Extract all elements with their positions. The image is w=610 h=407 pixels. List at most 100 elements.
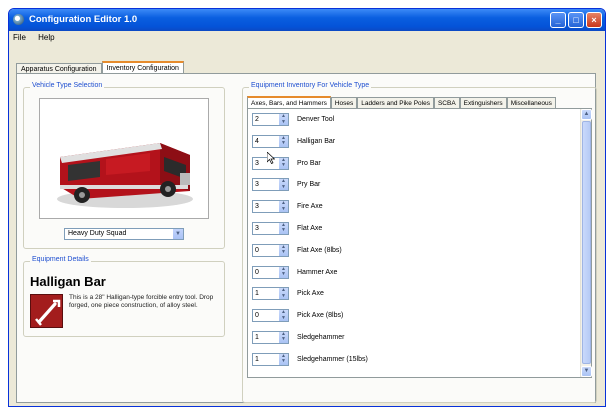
menu-bar: File Help <box>9 31 605 45</box>
inventory-scrollbar[interactable]: ▲ ▼ <box>580 109 592 377</box>
inventory-configuration-panel: Vehicle Type Selection Heavy Duty Squad … <box>16 73 597 403</box>
quantity-stepper[interactable]: 3 ▲ ▼ <box>252 178 289 192</box>
vehicle-type-group: Vehicle Type Selection Heavy Duty Squad … <box>23 82 225 249</box>
spin-arrows-icon[interactable]: ▲ ▼ <box>278 331 288 343</box>
spin-arrows-icon[interactable]: ▲ ▼ <box>278 200 288 213</box>
list-item: 1 ▲ ▼ Pick Axe <box>248 283 581 305</box>
spin-arrows-icon[interactable]: ▲ ▼ <box>278 179 288 191</box>
mouse-cursor-icon <box>267 152 275 164</box>
item-name: Denver Tool <box>297 116 335 123</box>
vehicle-image <box>39 98 209 219</box>
inventory-list: 2 ▲ ▼ Denver Tool 4 ▲ ▼ Halligan Bar 3 ▲ ▼ Pro… <box>248 109 581 377</box>
halligan-bar-icon <box>30 294 63 328</box>
quantity-value[interactable]: 1 <box>255 334 259 341</box>
equipment-details-group-title: Equipment Details <box>30 256 91 263</box>
item-name: Flat Axe (8lbs) <box>297 246 342 254</box>
tab-axes-bars-hammers[interactable]: Axes, Bars, and Hammers <box>247 96 331 108</box>
quantity-stepper[interactable]: 1 ▲ ▼ <box>252 330 289 344</box>
spin-arrows-icon[interactable]: ▲ ▼ <box>278 135 288 147</box>
menu-file[interactable]: File <box>13 33 26 42</box>
item-name: Pry Bar <box>297 181 321 189</box>
quantity-value[interactable]: 0 <box>255 247 259 254</box>
quantity-value[interactable]: 0 <box>255 312 259 319</box>
tab-ladders-pike-poles[interactable]: Ladders and Pike Poles <box>357 97 434 108</box>
vehicle-type-selected: Heavy Duty Squad <box>68 230 127 237</box>
quantity-value[interactable]: 1 <box>255 356 259 363</box>
quantity-value[interactable]: 3 <box>255 225 259 232</box>
quantity-value[interactable]: 2 <box>255 116 259 123</box>
item-name: Sledgehammer <box>297 333 345 341</box>
spin-arrows-icon[interactable]: ▲ ▼ <box>278 288 288 300</box>
equipment-name: Halligan Bar <box>30 274 106 289</box>
quantity-stepper[interactable]: 3 ▲ ▼ <box>252 221 289 235</box>
equipment-description: This is a 28" Halligan-type forcible ent… <box>69 294 214 309</box>
window-controls: _ □ × <box>550 12 602 28</box>
list-item: 0 ▲ ▼ Pick Axe (8lbs) <box>248 305 581 327</box>
quantity-value[interactable]: 4 <box>255 138 259 145</box>
scroll-down-icon[interactable]: ▼ <box>581 366 592 377</box>
inventory-list-panel: 2 ▲ ▼ Denver Tool 4 ▲ ▼ Halligan Bar 3 ▲ ▼ Pro… <box>247 108 592 378</box>
list-item: 3 ▲ ▼ Flat Axe <box>248 218 581 240</box>
quantity-stepper[interactable]: 0 ▲ ▼ <box>252 265 289 279</box>
item-name: Flat Axe <box>297 224 323 232</box>
list-item: 0 ▲ ▼ Hammer Axe <box>248 262 581 284</box>
scroll-thumb[interactable] <box>582 121 591 364</box>
quantity-value[interactable]: 3 <box>255 181 259 188</box>
spin-arrows-icon[interactable]: ▲ ▼ <box>278 244 288 256</box>
main-content: Apparatus Configuration Inventory Config… <box>13 59 603 404</box>
menu-help[interactable]: Help <box>38 33 54 42</box>
quantity-value[interactable]: 3 <box>255 203 259 210</box>
item-name: Halligan Bar <box>297 137 336 145</box>
tab-extinguishers[interactable]: Extinguishers <box>459 97 507 108</box>
item-name: Pro Bar <box>297 159 321 167</box>
inventory-category-tabs: Axes, Bars, and Hammers Hoses Ladders an… <box>247 96 556 108</box>
item-name: Pick Axe (8lbs) <box>297 312 344 320</box>
equipment-inventory-group: Equipment Inventory For Vehicle Type Axe… <box>242 82 597 403</box>
spin-arrows-icon[interactable]: ▲ ▼ <box>278 113 288 125</box>
item-name: Hammer Axe <box>297 268 338 276</box>
spin-arrows-icon[interactable]: ▲ ▼ <box>278 309 288 322</box>
tab-hoses[interactable]: Hoses <box>330 97 358 108</box>
spin-arrows-icon[interactable]: ▲ ▼ <box>278 157 288 169</box>
equipment-details-group: Equipment Details Halligan Bar This is a… <box>23 256 225 337</box>
fire-truck-icon <box>57 143 193 208</box>
quantity-value[interactable]: 0 <box>255 269 259 276</box>
title-bar[interactable]: Configuration Editor 1.0 _ □ × <box>9 9 605 31</box>
quantity-stepper[interactable]: 1 ▲ ▼ <box>252 287 289 301</box>
list-item: 1 ▲ ▼ Sledgehammer <box>248 327 581 349</box>
list-item: 3 ▲ ▼ Fire Axe <box>248 196 581 218</box>
quantity-value[interactable]: 3 <box>255 160 259 167</box>
list-item: 1 ▲ ▼ Sledgehammer (15lbs) <box>248 349 581 371</box>
quantity-value[interactable]: 1 <box>255 290 259 297</box>
chevron-down-icon[interactable]: ▼ <box>172 229 183 239</box>
quantity-stepper[interactable]: 4 ▲ ▼ <box>252 134 289 148</box>
spin-arrows-icon[interactable]: ▲ ▼ <box>278 266 288 278</box>
vehicle-type-dropdown[interactable]: Heavy Duty Squad ▼ <box>64 228 184 240</box>
quantity-stepper[interactable]: 2 ▲ ▼ <box>252 113 289 126</box>
quantity-stepper[interactable]: 0 ▲ ▼ <box>252 309 289 323</box>
vehicle-type-group-title: Vehicle Type Selection <box>30 82 105 89</box>
quantity-stepper[interactable]: 0 ▲ ▼ <box>252 243 289 257</box>
item-name: Pick Axe <box>297 290 324 298</box>
list-item: 0 ▲ ▼ Flat Axe (8lbs) <box>248 240 581 262</box>
item-name: Fire Axe <box>297 203 323 211</box>
list-item: 3 ▲ ▼ Pry Bar <box>248 174 581 196</box>
tab-miscellaneous[interactable]: Miscellaneous <box>506 97 556 108</box>
close-button[interactable]: × <box>586 12 602 28</box>
list-item: 3 ▲ ▼ Pro Bar <box>248 153 581 175</box>
list-item: 4 ▲ ▼ Halligan Bar <box>248 131 581 153</box>
item-name: Sledgehammer (15lbs) <box>297 355 368 363</box>
app-window: Configuration Editor 1.0 _ □ × File Help… <box>8 8 606 407</box>
spin-arrows-icon[interactable]: ▲ ▼ <box>278 222 288 234</box>
quantity-stepper[interactable]: 3 ▲ ▼ <box>252 200 289 214</box>
spin-arrows-icon[interactable]: ▲ ▼ <box>278 353 288 365</box>
list-item: 2 ▲ ▼ Denver Tool <box>248 109 581 131</box>
app-icon <box>13 14 24 25</box>
minimize-button[interactable]: _ <box>550 12 566 28</box>
scroll-up-icon[interactable]: ▲ <box>581 109 592 120</box>
window-title: Configuration Editor 1.0 <box>29 14 138 25</box>
quantity-stepper[interactable]: 1 ▲ ▼ <box>252 352 289 366</box>
equipment-inventory-group-title: Equipment Inventory For Vehicle Type <box>249 82 372 89</box>
maximize-button[interactable]: □ <box>568 12 584 28</box>
tab-scba[interactable]: SCBA <box>433 97 460 108</box>
